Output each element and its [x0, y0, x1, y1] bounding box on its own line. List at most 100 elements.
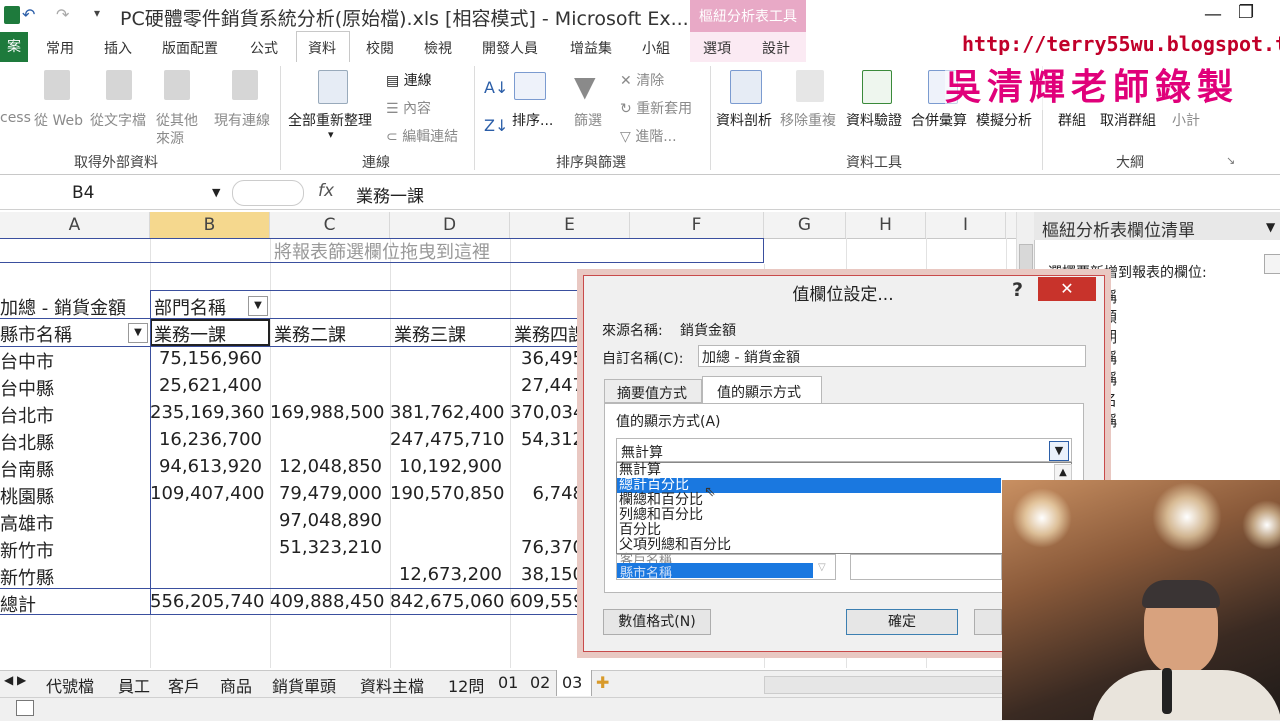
- ok-button[interactable]: 確定: [846, 609, 958, 635]
- quick-access-dropdown-icon[interactable]: ▾: [94, 6, 100, 20]
- sheet-tab[interactable]: 02: [530, 673, 550, 692]
- list-option[interactable]: 百分比: [619, 523, 999, 538]
- refresh-all-button[interactable]: 全部重新整理: [288, 110, 372, 130]
- column-header-b[interactable]: B: [150, 212, 270, 238]
- from-other-button[interactable]: 從其他: [156, 110, 198, 130]
- chevron-down-icon[interactable]: ▼: [1049, 441, 1069, 461]
- header-dept-2[interactable]: 業務二課: [274, 321, 346, 347]
- list-option[interactable]: 列總和百分比: [619, 508, 999, 523]
- row-label[interactable]: 台北市: [0, 402, 54, 428]
- cell-value[interactable]: 6,748: [510, 483, 584, 504]
- sheet-tab[interactable]: 商品: [220, 673, 252, 697]
- cell-value[interactable]: 190,570,850: [390, 483, 505, 504]
- formula-bar-handle[interactable]: [232, 180, 304, 206]
- cell-value[interactable]: 97,048,890: [270, 510, 382, 531]
- total-value[interactable]: 556,205,740: [150, 591, 265, 612]
- data-validation-button[interactable]: 資料驗證: [846, 110, 902, 130]
- cell-value[interactable]: 94,613,920: [150, 456, 262, 477]
- tab-insert[interactable]: 插入: [104, 38, 132, 58]
- row-label[interactable]: 高雄市: [0, 510, 54, 536]
- tab-home[interactable]: 常用: [46, 38, 74, 58]
- minimize-icon[interactable]: —: [1204, 4, 1222, 25]
- subtotal-button[interactable]: 小計: [1172, 110, 1200, 130]
- tab-view[interactable]: 檢視: [424, 38, 452, 58]
- insert-function-icon[interactable]: fx: [318, 181, 334, 201]
- pane-dropdown-icon[interactable]: ▼: [1266, 220, 1275, 234]
- sheet-tab-active[interactable]: 03: [562, 673, 582, 692]
- cell-value[interactable]: 36,495: [510, 348, 584, 369]
- row-label[interactable]: 台北縣: [0, 429, 54, 455]
- cell-value[interactable]: 16,236,700: [150, 429, 262, 450]
- row-field-label[interactable]: 縣市名稱: [0, 321, 72, 347]
- sheet-nav-prev-icon[interactable]: ◀ ▶: [4, 673, 26, 687]
- clear-button[interactable]: ✕ 清除: [620, 70, 664, 90]
- properties-button[interactable]: ☰ 內容: [386, 98, 431, 118]
- column-header-f[interactable]: F: [630, 212, 764, 238]
- tab-file[interactable]: 案: [0, 32, 28, 62]
- cell-value[interactable]: 12,673,200: [390, 564, 502, 585]
- sort-button[interactable]: 排序...: [512, 110, 553, 130]
- total-value[interactable]: 842,675,060: [390, 591, 505, 612]
- group-button[interactable]: 群組: [1058, 110, 1086, 130]
- sheet-tab[interactable]: 代號檔: [46, 673, 94, 697]
- insert-sheet-icon[interactable]: ✚: [596, 673, 609, 692]
- existing-connections-button[interactable]: 現有連線: [214, 110, 270, 130]
- total-value[interactable]: 409,888,450: [270, 591, 385, 612]
- row-label[interactable]: 桃園縣: [0, 483, 54, 509]
- filter-button[interactable]: 篩選: [574, 110, 602, 130]
- sum-field-label[interactable]: 加總 - 銷貨金額: [0, 294, 126, 320]
- cell-value[interactable]: 370,034: [510, 402, 584, 423]
- sheet-tab[interactable]: 01: [498, 673, 518, 692]
- help-icon[interactable]: ?: [1012, 279, 1023, 301]
- sheet-tab[interactable]: 員工: [118, 673, 150, 697]
- list-option[interactable]: 欄總和百分比: [619, 493, 999, 508]
- row-label[interactable]: 台中市: [0, 348, 54, 374]
- ungroup-button[interactable]: 取消群組: [1100, 110, 1156, 130]
- number-format-button[interactable]: 數值格式(N): [603, 609, 711, 635]
- tab-page-layout[interactable]: 版面配置: [162, 38, 218, 58]
- close-icon[interactable]: ✕: [1038, 277, 1096, 301]
- cell-value[interactable]: 79,479,000: [270, 483, 382, 504]
- cell-value[interactable]: 12,048,850: [270, 456, 382, 477]
- tab-developer[interactable]: 開發人員: [482, 38, 538, 58]
- from-web-button[interactable]: 從 Web: [34, 110, 83, 130]
- row-filter-dropdown-icon[interactable]: ▼: [128, 323, 148, 343]
- tab-data[interactable]: 資料: [308, 38, 336, 58]
- sort-descending-icon[interactable]: Z↓: [484, 116, 508, 135]
- column-header-d[interactable]: D: [390, 212, 510, 238]
- list-option[interactable]: 無計算: [619, 463, 999, 478]
- show-values-as-select[interactable]: 無計算 ▼: [616, 438, 1072, 462]
- cell-value[interactable]: 38,150: [510, 564, 584, 585]
- list-option-selected[interactable]: 總計百分比: [619, 478, 999, 493]
- column-field-label[interactable]: 部門名稱: [154, 294, 226, 320]
- header-dept-4[interactable]: 業務四課: [514, 321, 586, 347]
- cell-value[interactable]: 76,370: [510, 537, 584, 558]
- pane-layout-icon[interactable]: [1264, 254, 1280, 274]
- column-header-i[interactable]: I: [926, 212, 1006, 238]
- what-if-analysis-button[interactable]: 模擬分析: [976, 110, 1032, 130]
- total-value[interactable]: 609,559: [510, 591, 584, 612]
- cell-value[interactable]: 25,621,400: [150, 375, 262, 396]
- column-filter-dropdown-icon[interactable]: ▼: [248, 296, 268, 316]
- tab-summarize-values[interactable]: 摘要值方式: [604, 379, 702, 403]
- row-label[interactable]: 新竹縣: [0, 564, 54, 590]
- refresh-dropdown-icon[interactable]: ▾: [328, 128, 334, 141]
- sort-ascending-icon[interactable]: A↓: [484, 78, 508, 97]
- base-field-item-selected[interactable]: 縣市名稱: [620, 562, 672, 581]
- base-field-scroll-icon[interactable]: ▽: [818, 562, 826, 573]
- column-header-g[interactable]: G: [764, 212, 846, 238]
- advanced-button[interactable]: ▽ 進階...: [620, 126, 677, 146]
- remove-duplicates-button[interactable]: 移除重複: [780, 110, 836, 130]
- tab-show-values-as[interactable]: 值的顯示方式: [702, 376, 822, 404]
- cell-value[interactable]: 10,192,900: [390, 456, 502, 477]
- from-text-button[interactable]: 從文字檔: [90, 110, 146, 130]
- reapply-button[interactable]: ↻ 重新套用: [620, 98, 692, 118]
- tab-team[interactable]: 小組: [642, 38, 670, 58]
- tab-addins[interactable]: 增益集: [570, 38, 612, 58]
- tab-design[interactable]: 設計: [762, 38, 790, 58]
- tab-formulas[interactable]: 公式: [250, 38, 278, 58]
- sheet-tab[interactable]: 資料主檔: [360, 673, 424, 697]
- cell-value[interactable]: 247,475,710: [390, 429, 505, 450]
- tab-review[interactable]: 校閱: [366, 38, 394, 58]
- redo-icon[interactable]: ↷: [56, 5, 69, 24]
